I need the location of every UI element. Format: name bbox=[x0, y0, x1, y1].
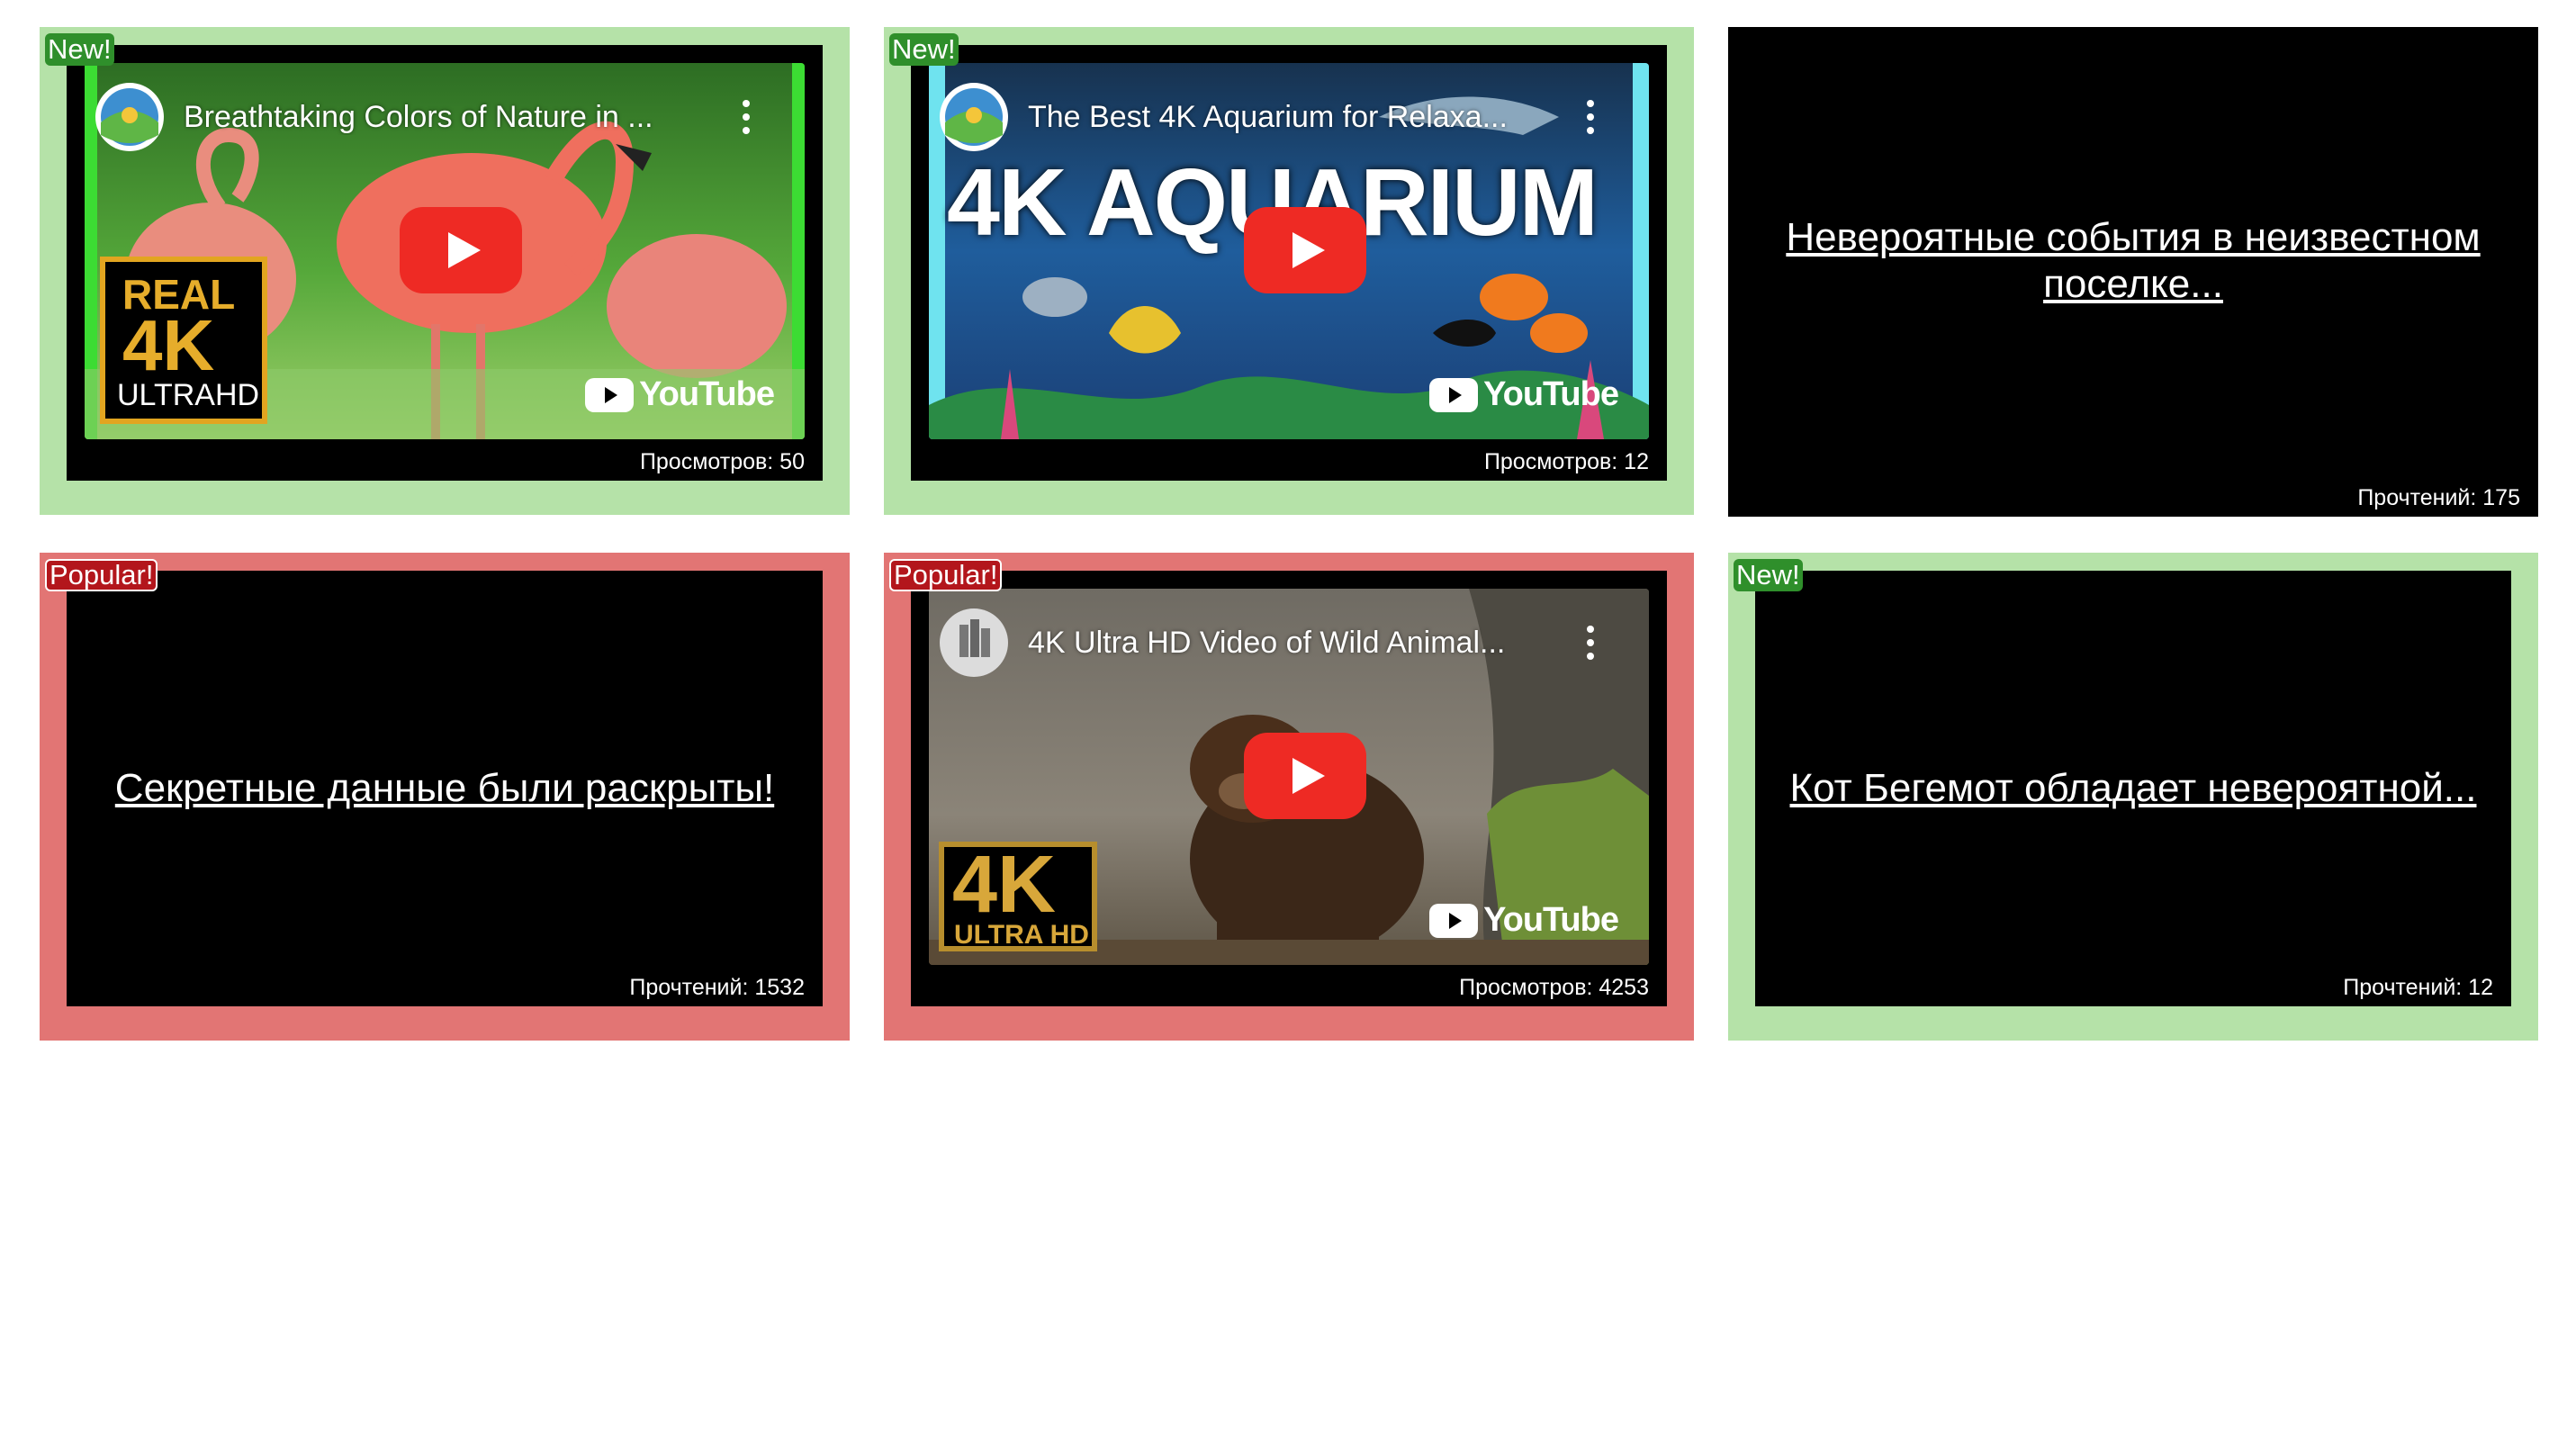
ultrahd-label: ULTRAHD bbox=[117, 378, 260, 412]
new-badge: New! bbox=[45, 33, 114, 66]
4k-label: 4K bbox=[952, 840, 1057, 930]
news-card-video[interactable]: Popular! 4K ULTRA HD 4K Ultra HD Video o… bbox=[884, 553, 1694, 1041]
video-embed[interactable]: REAL 4K ULTRAHD Breathtaking Colors of N… bbox=[85, 63, 805, 439]
video-title[interactable]: The Best 4K Aquarium for Relaxa... bbox=[1028, 100, 1508, 135]
card-content: 4K AQUARIUM The Best 4K Aquarium for Rel… bbox=[911, 45, 1667, 481]
more-options-icon[interactable] bbox=[1586, 625, 1595, 661]
video-embed[interactable]: 4K AQUARIUM The Best 4K Aquarium for Rel… bbox=[929, 63, 1649, 439]
card-content: REAL 4K ULTRAHD Breathtaking Colors of N… bbox=[67, 45, 823, 481]
card-content: Кот Бегемот обладает невероятной... Проч… bbox=[1755, 571, 2511, 1006]
channel-logo-icon[interactable] bbox=[94, 81, 166, 153]
card-content: Невероятные события в неизвестном поселк… bbox=[1728, 27, 2538, 517]
youtube-label: YouTube bbox=[639, 375, 775, 413]
view-counter: Просмотров: 12 bbox=[1483, 449, 1649, 474]
news-card-article[interactable]: Popular! Секретные данные были раскрыты!… bbox=[40, 553, 850, 1041]
channel-logo-icon[interactable] bbox=[938, 81, 1010, 153]
youtube-label: YouTube bbox=[1483, 375, 1619, 413]
channel-logo-icon[interactable] bbox=[938, 607, 1010, 679]
youtube-logo-icon[interactable]: YouTube bbox=[1429, 901, 1619, 940]
play-icon[interactable] bbox=[1244, 207, 1366, 293]
popular-badge: Popular! bbox=[45, 559, 158, 591]
read-counter: Прочтений: 12 bbox=[2343, 975, 2493, 1000]
video-title[interactable]: Breathtaking Colors of Nature in ... bbox=[184, 100, 653, 135]
video-title-bar: 4K Ultra HD Video of Wild Animal... bbox=[938, 607, 1631, 679]
4k-label: 4K bbox=[122, 305, 215, 385]
news-card-article[interactable]: Невероятные события в неизвестном поселк… bbox=[1728, 27, 2538, 517]
view-counter: Просмотров: 4253 bbox=[1459, 975, 1649, 1000]
youtube-label: YouTube bbox=[1483, 901, 1619, 939]
youtube-logo-icon[interactable]: YouTube bbox=[585, 375, 775, 414]
play-icon[interactable] bbox=[1244, 733, 1366, 819]
video-title-bar: The Best 4K Aquarium for Relaxa... bbox=[938, 81, 1631, 153]
new-badge: New! bbox=[889, 33, 959, 66]
popular-badge: Popular! bbox=[889, 559, 1003, 591]
news-grid: New! REAL 4K ULTRAHD Breathtaking Colors… bbox=[40, 27, 2538, 1041]
youtube-logo-icon[interactable]: YouTube bbox=[1429, 375, 1619, 414]
news-card-video[interactable]: New! bbox=[40, 27, 850, 515]
card-content: 4K ULTRA HD 4K Ultra HD Video of Wild An… bbox=[911, 571, 1667, 1006]
view-counter: Просмотров: 50 bbox=[639, 449, 805, 474]
card-content: Секретные данные были раскрыты! Прочтени… bbox=[67, 571, 823, 1006]
read-counter: Прочтений: 175 bbox=[2357, 485, 2520, 510]
news-card-video[interactable]: New! bbox=[884, 27, 1694, 515]
video-title-bar: Breathtaking Colors of Nature in ... bbox=[94, 81, 787, 153]
video-embed[interactable]: 4K ULTRA HD 4K Ultra HD Video of Wild An… bbox=[929, 589, 1649, 965]
article-title-link[interactable]: Невероятные события в неизвестном поселк… bbox=[1728, 214, 2538, 308]
article-title-link[interactable]: Кот Бегемот обладает невероятной... bbox=[1755, 765, 2511, 812]
new-badge: New! bbox=[1734, 559, 1803, 591]
read-counter: Прочтений: 1532 bbox=[629, 975, 805, 1000]
play-icon[interactable] bbox=[400, 207, 522, 293]
more-options-icon[interactable] bbox=[1586, 99, 1595, 135]
video-title[interactable]: 4K Ultra HD Video of Wild Animal... bbox=[1028, 626, 1505, 661]
more-options-icon[interactable] bbox=[742, 99, 751, 135]
article-title-link[interactable]: Секретные данные были раскрыты! bbox=[67, 765, 823, 812]
ultra-hd-label: ULTRA HD bbox=[954, 920, 1089, 950]
news-card-article[interactable]: New! Кот Бегемот обладает невероятной...… bbox=[1728, 553, 2538, 1041]
